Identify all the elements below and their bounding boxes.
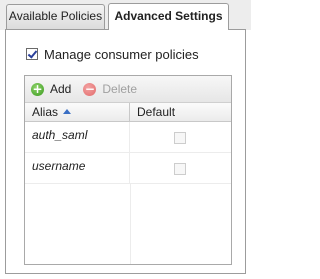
minus-circle-icon: − [83, 81, 97, 96]
manage-consumer-policies-checkbox[interactable] [26, 48, 38, 60]
tab-advanced-settings[interactable]: Advanced Settings [108, 3, 229, 30]
grid-header: Alias Default [25, 103, 231, 122]
manage-consumer-policies-label[interactable]: Manage consumer policies [44, 47, 199, 62]
column-header-default-label: Default [137, 105, 176, 119]
default-checkbox[interactable] [174, 132, 186, 144]
alias-cell: username [25, 153, 130, 183]
grid-toolbar: + Add − Delete [25, 76, 231, 103]
add-button[interactable]: + Add [31, 82, 71, 96]
tab-available-policies[interactable]: Available Policies [6, 4, 105, 29]
table-row[interactable]: username [25, 153, 231, 184]
default-checkbox[interactable] [174, 163, 186, 175]
column-header-alias-label: Alias [32, 105, 59, 119]
delete-button-label: Delete [102, 82, 138, 96]
table-row[interactable]: auth_saml [25, 122, 231, 153]
policy-alias-grid: + Add − Delete Alias Default auth_saml u… [24, 75, 232, 265]
delete-button[interactable]: − Delete [83, 82, 137, 96]
column-divider [130, 184, 131, 264]
sort-ascending-icon [63, 109, 72, 114]
column-header-alias[interactable]: Alias [25, 103, 130, 121]
manage-consumer-policies-row[interactable]: Manage consumer policies [26, 46, 199, 62]
plus-circle-icon: + [31, 81, 44, 96]
add-button-label: Add [50, 82, 72, 96]
advanced-settings-panel: Manage consumer policies + Add − Delete … [5, 29, 246, 274]
alias-cell: auth_saml [25, 122, 130, 152]
column-header-default[interactable]: Default [130, 103, 231, 121]
default-cell [130, 153, 231, 183]
default-cell [130, 122, 231, 152]
tab-bar: Available Policies Advanced Settings [0, 0, 251, 30]
